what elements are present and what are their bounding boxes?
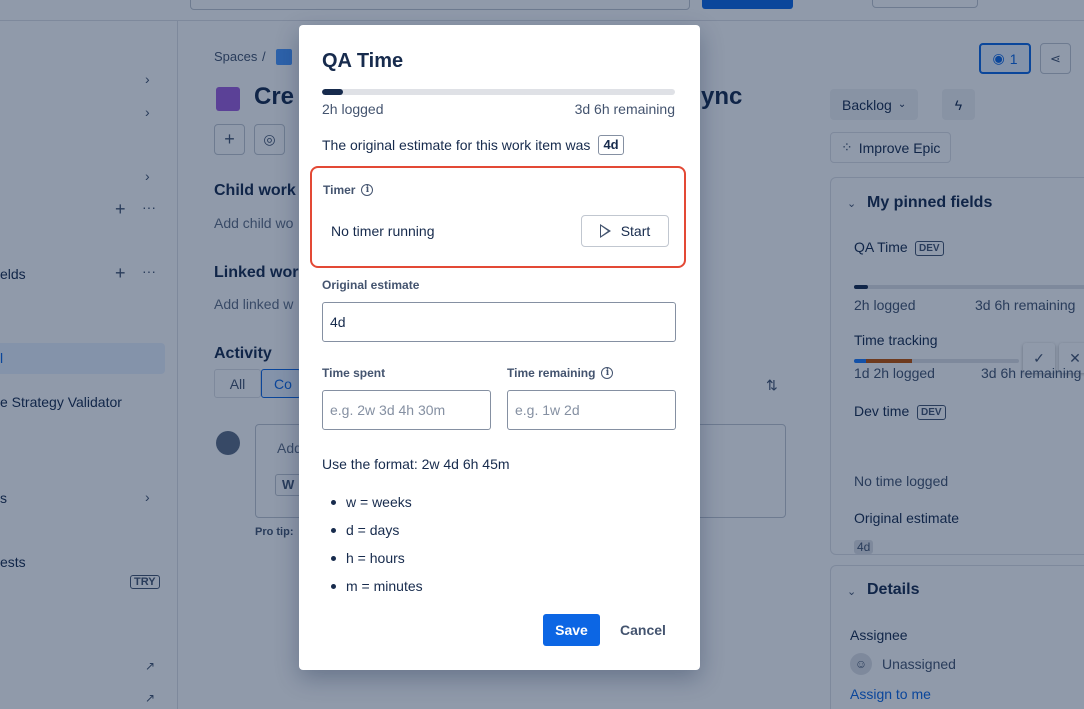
- play-icon: [599, 224, 611, 238]
- info-icon[interactable]: i: [361, 184, 374, 196]
- original-estimate-chip: 4d: [598, 135, 624, 155]
- timer-label: Timer i: [323, 183, 374, 197]
- start-timer-button[interactable]: Start: [581, 215, 669, 247]
- list-item: h = hours: [331, 549, 423, 577]
- original-estimate-input[interactable]: [322, 302, 676, 342]
- timer-section: Timer i No timer running Start: [310, 166, 686, 268]
- time-progress-fill: [322, 89, 344, 95]
- time-remaining-label: Time remaining i: [507, 366, 614, 380]
- timer-status: No timer running: [331, 223, 435, 239]
- original-estimate-note-text: The original estimate for this work item…: [322, 137, 591, 153]
- time-spent-input[interactable]: [322, 390, 491, 430]
- time-remaining-label-text: Time remaining: [507, 366, 596, 380]
- time-progress-bar: [322, 89, 675, 95]
- time-logged: 2h logged: [322, 101, 384, 117]
- original-estimate-note: The original estimate for this work item…: [322, 135, 624, 155]
- cancel-button[interactable]: Cancel: [608, 614, 678, 646]
- original-estimate-field-label: Original estimate: [322, 278, 419, 292]
- list-item: w = weeks: [331, 493, 423, 521]
- save-button[interactable]: Save: [543, 614, 600, 646]
- format-note: Use the format: 2w 4d 6h 45m: [322, 456, 510, 472]
- format-list: w = weeks d = days h = hours m = minutes: [331, 493, 423, 605]
- original-estimate-field-label-text: Original estimate: [322, 278, 420, 292]
- time-tracking-dialog: QA Time 2h logged 3d 6h remaining The or…: [299, 25, 700, 670]
- info-icon[interactable]: i: [601, 367, 614, 379]
- time-remaining: 3d 6h remaining: [574, 101, 675, 117]
- list-item: m = minutes: [331, 577, 423, 605]
- start-button-label: Start: [620, 223, 651, 239]
- time-spent-label-text: Time spent: [322, 366, 386, 380]
- time-remaining-input[interactable]: [507, 390, 676, 430]
- list-item: d = days: [331, 521, 423, 549]
- timer-label-text: Timer: [323, 183, 356, 197]
- time-spent-label: Time spent: [322, 366, 385, 380]
- dialog-title: QA Time: [322, 50, 404, 72]
